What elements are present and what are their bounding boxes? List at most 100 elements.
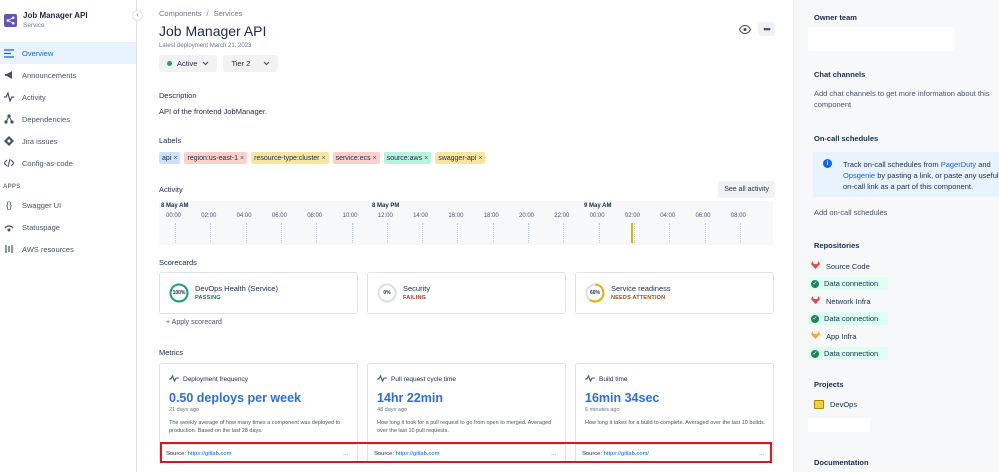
timeline-gridline [563,223,565,243]
score-percent: 0% [383,290,391,296]
oncall-info-box: i Track on-call schedules from PagerDuty… [813,152,999,197]
statuspage-icon [4,222,14,232]
sidebar-item-config-as-code[interactable]: Config-as-code [0,152,136,174]
activity-event-marker[interactable] [631,223,633,243]
app-header[interactable]: Job Manager API Service [0,0,136,36]
oncall-info-and: and [978,160,991,169]
remove-label-icon[interactable]: × [424,155,428,162]
description-heading: Description [159,91,197,100]
remove-label-icon[interactable]: × [478,155,482,162]
timeline-gridline [492,223,494,243]
timeline-hour-label: 12:00 [377,213,393,219]
label-tag[interactable]: swagger-api × [435,152,486,164]
label-tag[interactable]: service:ecs × [332,152,380,164]
score-percent: 100% [172,290,186,296]
label-tag[interactable]: resource-type:cluster × [251,152,329,164]
score-ring: 60% [585,283,605,303]
sidebar-item-dependencies[interactable]: Dependencies [0,108,136,130]
apps-section-label: APPS [3,184,21,190]
collapse-sidebar-button[interactable]: ‹ [132,10,143,21]
repository-item[interactable]: Network Infra [811,296,871,306]
scorecard-card[interactable]: 100% DevOps Health (Service) PASSING [159,272,358,314]
data-connection-badge[interactable]: ✓ Data connection [808,277,888,290]
apply-scorecard-button[interactable]: + Apply scorecard [166,319,222,326]
label-tag[interactable]: source:aws × [383,152,432,164]
owner-team-field[interactable] [808,27,954,51]
check-circle-icon: ✓ [811,314,819,323]
label-tag[interactable]: region:us-east-1 × [184,152,248,164]
watch-button[interactable] [738,22,752,36]
labels-heading: Labels [159,136,182,145]
label-text: api [162,154,172,162]
sidebar-item-announcements[interactable]: Announcements [0,64,136,86]
scorecard-card[interactable]: 0% Security FAILING [367,272,566,314]
metric-value: 0.50 deploys per week [169,391,302,405]
repository-item[interactable]: Source Code [811,261,870,271]
remove-label-icon[interactable]: × [173,155,177,162]
breadcrumb-services[interactable]: Services [214,9,243,18]
scorecard-text: Security FAILING [403,284,430,303]
status-value: Active [177,59,198,68]
latest-deployment: Latest deployment March 21, 2023 [159,43,252,49]
see-all-activity-button[interactable]: See all activity [718,181,775,198]
data-connection-badge[interactable]: ✓ Data connection [808,347,888,360]
data-connection-badge[interactable]: ✓ Data connection [808,312,888,325]
pagerduty-link[interactable]: PagerDuty [941,160,976,169]
metric-pulse-icon [585,374,595,384]
timeline-gridline [669,223,671,243]
metric-description: How long it took for a pull request to g… [377,420,552,434]
header-actions: ••• [738,22,775,36]
remove-label-icon[interactable]: × [240,155,244,162]
scorecards-heading: Scorecards [159,258,197,267]
timeline-day-label: 8 May AM [161,203,189,209]
timeline-gridline [633,223,635,243]
timeline-hour-label: 08:00 [730,213,746,219]
scorecard-card[interactable]: 60% Service readiness NEEDS ATTENTION [575,272,774,314]
more-actions-button[interactable]: ••• [758,22,775,36]
timeline-gridline [316,223,318,243]
metric-header: Pull request cycle time [377,374,456,384]
timeline-hour-label: 14:00 [413,213,429,219]
score-ring: 100% [169,283,189,303]
timeline-hour-label: 02:00 [201,213,217,219]
chat-channels-heading: Chat channels [814,70,866,79]
activity-timeline[interactable]: 00:00 02:00 04:00 06:00 08:00 10:00 12:00 14:00… [159,201,773,245]
sidebar: Job Manager API Service Overview Announc… [0,0,137,472]
metric-pulse-icon [377,374,387,384]
remove-label-icon[interactable]: × [321,155,325,162]
code-icon [4,158,14,168]
sidebar-item-aws-resources[interactable]: AWS resources [0,238,136,260]
repository-name: App Infra [826,331,857,341]
sidebar-item-overview[interactable]: Overview [0,42,136,64]
metric-pulse-icon [169,374,179,384]
project-item-devops[interactable]: DevOps [814,400,857,409]
sidebar-item-statuspage[interactable]: Statuspage [0,216,136,238]
opsgenie-link[interactable]: Opsgenie [843,171,875,180]
label-tag[interactable]: api × [159,152,181,164]
scorecard-text: DevOps Health (Service) PASSING [195,284,278,303]
owner-team-heading: Owner team [814,13,857,22]
timeline-day-label: 9 May AM [584,203,612,209]
metric-value: 14hr 22min [377,391,444,405]
score-ring: 0% [377,283,397,303]
remove-label-icon[interactable]: × [373,155,377,162]
metric-name: Build time [599,376,628,383]
chevron-down-icon [202,59,209,68]
tier-dropdown[interactable]: Tier 2 [223,55,279,72]
timeline-hour-label: 22:00 [554,213,570,219]
repository-item[interactable]: App Infra [811,331,856,341]
add-oncall-link[interactable]: Add on-call schedules [814,207,887,218]
folder-icon [814,400,824,409]
projects-heading: Projects [814,380,844,389]
oncall-heading: On-call schedules [814,134,879,143]
metric-header: Deployment frequency [169,374,248,384]
timeline-hour-label: 10:00 [342,213,358,219]
sidebar-item-jira-issues[interactable]: Jira issues [0,130,136,152]
documentation-heading: Documentation [814,458,869,467]
breadcrumb-components[interactable]: Components [159,9,202,18]
status-dropdown[interactable]: Active [159,55,218,72]
sidebar-item-swagger-ui[interactable]: {} Swagger UI [0,194,136,216]
sidebar-item-activity[interactable]: Activity [0,86,136,108]
gitlab-icon [811,331,820,341]
timeline-hour-label: 04:00 [236,213,252,219]
